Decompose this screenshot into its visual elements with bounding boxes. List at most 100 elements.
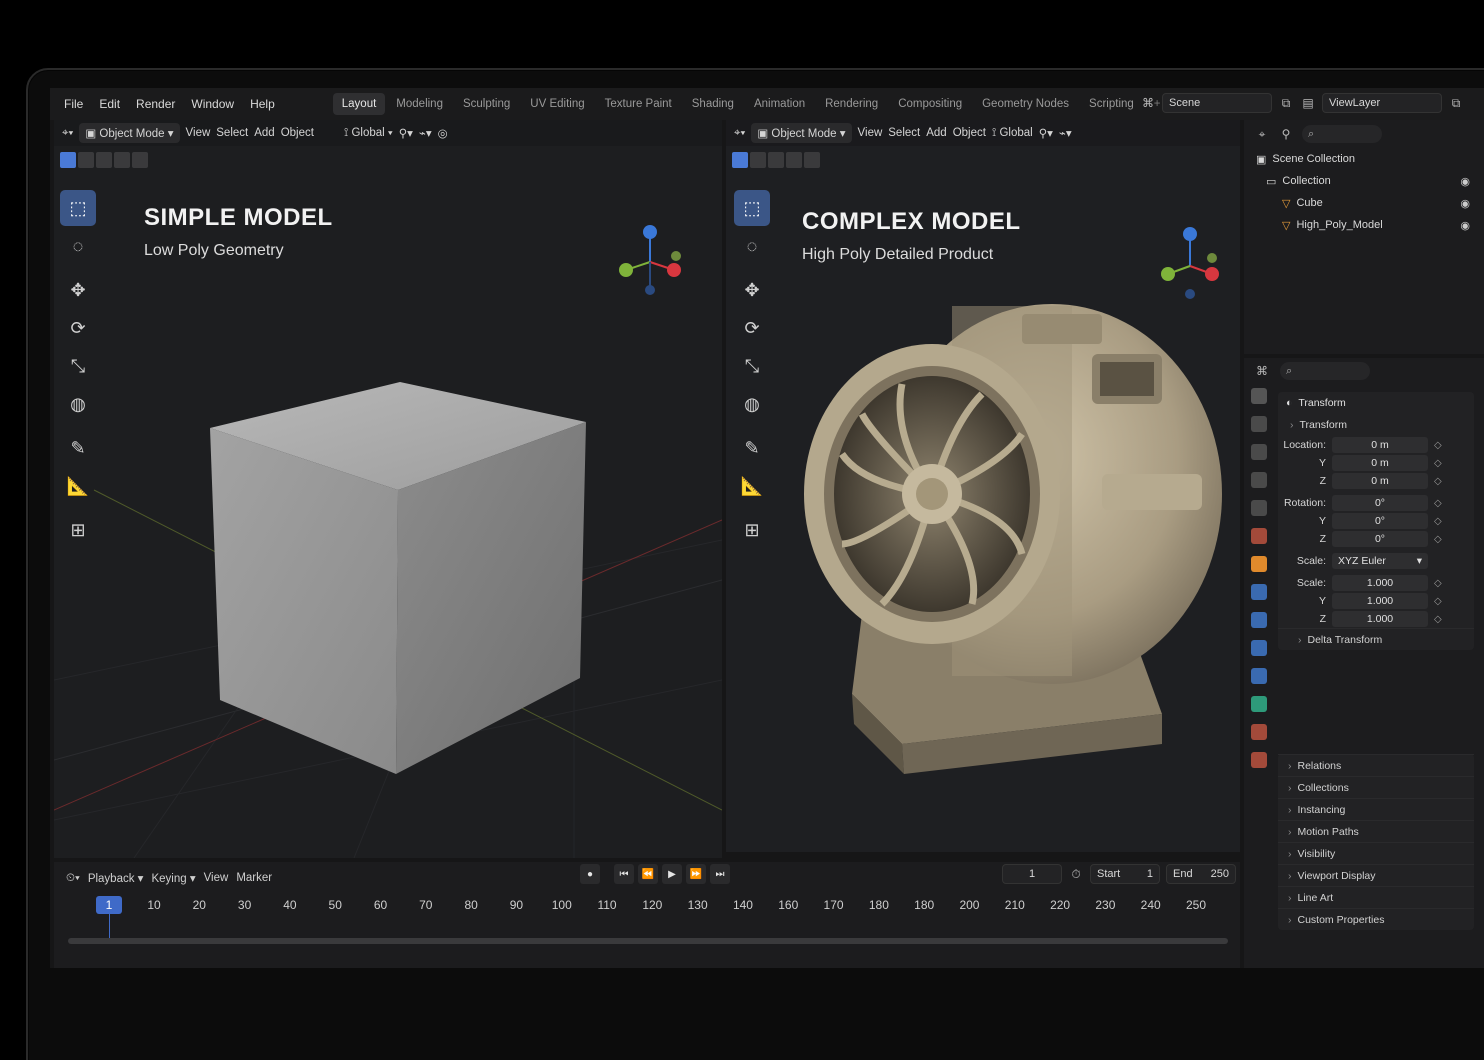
data-tab-icon[interactable] bbox=[1251, 696, 1267, 712]
tree-object-cube[interactable]: ▽ Cube ◉ bbox=[1244, 192, 1484, 214]
menu-add[interactable]: Add bbox=[926, 127, 946, 139]
menu-select[interactable]: Select bbox=[216, 127, 248, 139]
panel-motion-paths[interactable]: Motion Paths bbox=[1278, 820, 1474, 842]
select-invert-icon[interactable] bbox=[114, 152, 130, 168]
scale-tool[interactable]: ⤡ bbox=[734, 348, 770, 384]
measure-tool[interactable]: 📐 bbox=[60, 468, 96, 504]
menu-select[interactable]: Select bbox=[888, 127, 920, 139]
keyframe-icon[interactable]: ◇ bbox=[1434, 498, 1442, 509]
object-tab-icon[interactable] bbox=[1251, 556, 1267, 572]
select-subtract-icon[interactable] bbox=[96, 152, 112, 168]
panel-custom-properties[interactable]: Custom Properties bbox=[1278, 908, 1474, 930]
output-tab-icon[interactable] bbox=[1251, 444, 1267, 460]
select-intersect-icon[interactable] bbox=[804, 152, 820, 168]
select-extend-icon[interactable] bbox=[78, 152, 94, 168]
keyframe-icon[interactable]: ◇ bbox=[1434, 476, 1442, 487]
tab-sculpting[interactable]: Sculpting bbox=[454, 93, 519, 115]
editor-type-icon[interactable]: ⌖▾ bbox=[734, 127, 745, 140]
location-z-field[interactable]: 0 m bbox=[1332, 473, 1428, 489]
scale-x-field[interactable]: 1.000 bbox=[1332, 575, 1428, 591]
constraints-tab-icon[interactable] bbox=[1251, 668, 1267, 684]
tab-animation[interactable]: Animation bbox=[745, 93, 814, 115]
scale-tool[interactable]: ⤡ bbox=[60, 348, 96, 384]
tree-collection[interactable]: ▭ Collection ◉ bbox=[1244, 170, 1484, 192]
menu-object[interactable]: Object bbox=[953, 127, 986, 139]
jump-next-keyframe-icon[interactable]: ⏩ bbox=[686, 864, 706, 884]
play-icon[interactable]: ▶ bbox=[662, 864, 682, 884]
view-layer-tab-icon[interactable] bbox=[1251, 472, 1267, 488]
transform-orientation-dropdown[interactable]: ⟟ Global bbox=[992, 127, 1033, 140]
select-extend-icon[interactable] bbox=[750, 152, 766, 168]
mode-dropdown[interactable]: ▣ Object Mode ▾ bbox=[751, 123, 852, 143]
tab-compositing[interactable]: Compositing bbox=[889, 93, 971, 115]
location-y-field[interactable]: 0 m bbox=[1332, 455, 1428, 471]
menu-object[interactable]: Object bbox=[281, 127, 314, 139]
rotation-z-field[interactable]: 0° bbox=[1332, 531, 1428, 547]
rotation-x-field[interactable]: 0° bbox=[1332, 495, 1428, 511]
tree-object-high-poly[interactable]: ▽ High_Poly_Model ◉ bbox=[1244, 214, 1484, 236]
jump-end-icon[interactable]: ⏭ bbox=[710, 864, 730, 884]
annotate-tool[interactable]: ✎ bbox=[60, 430, 96, 466]
menu-view[interactable]: View bbox=[858, 127, 883, 139]
tab-modeling[interactable]: Modeling bbox=[387, 93, 452, 115]
tab-geometry-nodes[interactable]: Geometry Nodes bbox=[973, 93, 1078, 115]
texture-tab-icon[interactable] bbox=[1251, 752, 1267, 768]
select-invert-icon[interactable] bbox=[786, 152, 802, 168]
menu-render[interactable]: Render bbox=[128, 97, 183, 111]
menu-file[interactable]: File bbox=[56, 97, 91, 111]
keyframe-icon[interactable]: ◇ bbox=[1434, 578, 1442, 589]
keyframe-icon[interactable]: ◇ bbox=[1434, 596, 1442, 607]
keying-menu[interactable]: Keying ▾ bbox=[151, 871, 195, 885]
panel-visibility[interactable]: Visibility bbox=[1278, 842, 1474, 864]
add-cube-tool[interactable]: ⊞ bbox=[60, 512, 96, 548]
keyframe-icon[interactable]: ◇ bbox=[1434, 440, 1442, 451]
transform-subheader[interactable]: › Transform bbox=[1278, 414, 1474, 436]
menu-window[interactable]: Window bbox=[183, 97, 242, 111]
playhead-frame[interactable]: 1 bbox=[96, 896, 122, 914]
select-new-icon[interactable] bbox=[60, 152, 76, 168]
transform-tool[interactable]: ◍ bbox=[734, 386, 770, 422]
end-frame-field[interactable]: End 250 bbox=[1166, 864, 1236, 884]
mode-dropdown[interactable]: ▣ Object Mode ▾ bbox=[79, 123, 180, 143]
engine-model[interactable] bbox=[782, 284, 1222, 784]
editor-type-icon[interactable]: ⌖▾ bbox=[62, 127, 73, 140]
auto-keying-icon[interactable]: ● bbox=[580, 864, 600, 884]
keyframe-icon[interactable]: ◇ bbox=[1434, 458, 1442, 469]
select-subtract-icon[interactable] bbox=[768, 152, 784, 168]
tab-scripting[interactable]: Scripting bbox=[1080, 93, 1143, 115]
tab-rendering[interactable]: Rendering bbox=[816, 93, 887, 115]
rotation-mode-dropdown[interactable]: XYZ Euler ▾ bbox=[1332, 553, 1428, 569]
tab-uv-editing[interactable]: UV Editing bbox=[521, 93, 593, 115]
scale-y-field[interactable]: 1.000 bbox=[1332, 593, 1428, 609]
panel-relations[interactable]: Relations bbox=[1278, 754, 1474, 776]
particles-tab-icon[interactable] bbox=[1251, 612, 1267, 628]
move-tool[interactable]: ✥ bbox=[60, 272, 96, 308]
navigation-gizmo-left[interactable] bbox=[614, 220, 694, 300]
editor-type-icon[interactable]: ⏲▾ bbox=[66, 872, 80, 885]
rotate-tool[interactable]: ⟳ bbox=[734, 310, 770, 346]
menu-view[interactable]: View bbox=[186, 127, 211, 139]
visibility-icon[interactable]: ◉ bbox=[1460, 219, 1470, 232]
rotation-y-field[interactable]: 0° bbox=[1332, 513, 1428, 529]
jump-prev-keyframe-icon[interactable]: ⏪ bbox=[638, 864, 658, 884]
physics-tab-icon[interactable] bbox=[1251, 640, 1267, 656]
properties-search[interactable]: ⌕ bbox=[1280, 362, 1370, 380]
outliner-search[interactable]: ⌕ bbox=[1302, 125, 1382, 143]
new-scene-icon[interactable]: ⧉ bbox=[1278, 95, 1294, 111]
location-x-field[interactable]: 0 m bbox=[1332, 437, 1428, 453]
keyframe-icon[interactable]: ◇ bbox=[1434, 614, 1442, 625]
pivot-icon[interactable]: ⚲▾ bbox=[399, 126, 413, 140]
annotate-tool[interactable]: ✎ bbox=[734, 430, 770, 466]
current-frame-field[interactable]: 1 bbox=[1002, 864, 1062, 884]
panel-collections[interactable]: Collections bbox=[1278, 776, 1474, 798]
tab-shading[interactable]: Shading bbox=[683, 93, 743, 115]
keyframe-icon[interactable]: ◇ bbox=[1434, 516, 1442, 527]
select-intersect-icon[interactable] bbox=[132, 152, 148, 168]
view-menu[interactable]: View bbox=[204, 872, 229, 884]
display-mode-icon[interactable]: ⌖ bbox=[1254, 126, 1270, 142]
render-tab-icon[interactable] bbox=[1251, 416, 1267, 432]
keyframe-icon[interactable]: ◇ bbox=[1434, 534, 1442, 545]
menu-edit[interactable]: Edit bbox=[91, 97, 128, 111]
transform-orientation-dropdown[interactable]: ⟟ Global ▾ bbox=[344, 127, 393, 140]
move-tool[interactable]: ✥ bbox=[734, 272, 770, 308]
